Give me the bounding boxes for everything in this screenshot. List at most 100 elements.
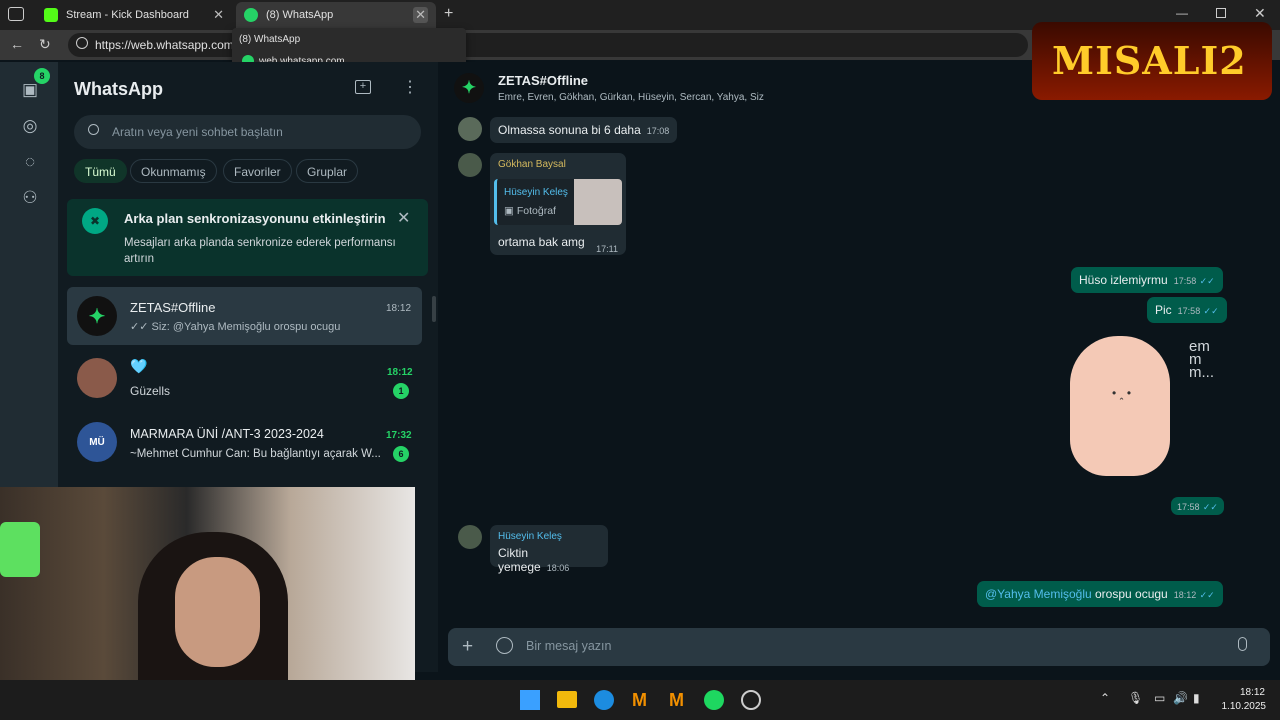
microphone-icon[interactable]	[1238, 637, 1247, 651]
sync-off-icon: ✖	[82, 208, 108, 234]
conversation-title: ZETAS#Offline	[498, 73, 589, 88]
message-time: 17:58	[1177, 502, 1200, 512]
read-receipt-icon: ✓✓	[1199, 590, 1215, 600]
bear-face-icon: • ꞈ •	[1112, 386, 1132, 400]
chat-time: 17:32	[386, 430, 412, 441]
reload-icon[interactable]: ↻	[39, 36, 51, 53]
message-time: 17:58	[1177, 306, 1201, 316]
message-composer: + Bir mesaj yazın	[448, 628, 1270, 666]
message-in[interactable]: Olmassa sonuna bi 6 daha 17:08	[490, 117, 678, 143]
close-tab-icon[interactable]: ✕	[213, 7, 224, 23]
banner-text: Mesajları arka planda senkronize ederek …	[124, 237, 396, 265]
network-icon[interactable]: ▭	[1154, 691, 1165, 705]
avatar: MÜ	[77, 422, 117, 462]
menu-icon[interactable]: ⋮	[402, 77, 418, 97]
chat-row[interactable]: 🩵 18:12 Güzells 1	[67, 350, 422, 408]
sender-avatar[interactable]	[458, 153, 482, 177]
scrollbar[interactable]	[432, 296, 436, 322]
volume-icon[interactable]: 🔊	[1173, 691, 1188, 705]
battery-icon[interactable]: ▮	[1193, 691, 1200, 705]
chat-name: 🩵	[130, 358, 148, 374]
group-avatar[interactable]: ✦	[454, 73, 484, 103]
status-icon[interactable]: ◎	[19, 116, 41, 138]
person-face	[175, 557, 260, 667]
green-light	[0, 522, 40, 577]
message-text: Ciktin yemege	[498, 546, 541, 574]
channels-icon[interactable]: ◌	[19, 152, 41, 174]
close-window-icon[interactable]: ✕	[1254, 5, 1266, 22]
chat-row[interactable]: ✦ ZETAS#Offline 18:12 ✓✓ Siz: @Yahya Mem…	[67, 287, 422, 345]
app-m-icon[interactable]: M	[632, 690, 647, 711]
unread-badge: 6	[393, 446, 409, 462]
communities-icon[interactable]: ⚇	[19, 188, 41, 210]
search-input[interactable]: Aratın veya yeni sohbet başlatın	[74, 115, 421, 149]
new-tab-icon[interactable]: +	[444, 5, 453, 23]
message-input[interactable]: Bir mesaj yazın	[526, 639, 611, 653]
app-icon[interactable]	[741, 690, 761, 710]
site-info-icon[interactable]	[76, 37, 88, 49]
microphone-icon[interactable]: 🎙	[1128, 691, 1143, 705]
bear-sticker[interactable]: • ꞈ •	[1070, 336, 1170, 476]
tab-kick-dashboard[interactable]: Stream - Kick Dashboard ✕	[36, 2, 232, 28]
chats-icon[interactable]: ▣	[19, 80, 41, 102]
mention-link[interactable]: @Yahya Memişoğlu	[985, 587, 1092, 601]
app-m-icon[interactable]: M	[669, 690, 684, 711]
tab-label: Stream - Kick Dashboard	[66, 9, 189, 21]
tab-whatsapp[interactable]: (8) WhatsApp ✕	[236, 2, 436, 28]
filter-unread[interactable]: Okunmamış	[130, 159, 217, 183]
quote-thumbnail	[574, 179, 622, 225]
filter-groups[interactable]: Gruplar	[296, 159, 359, 183]
start-icon[interactable]	[520, 690, 540, 710]
clock-time[interactable]: 18:12	[1231, 687, 1265, 698]
whatsapp-favicon-icon	[244, 8, 258, 22]
kick-favicon-icon	[44, 8, 58, 22]
minimize-icon[interactable]: —	[1176, 6, 1188, 20]
group-members: Emre, Evren, Gökhan, Gürkan, Hüseyin, Se…	[498, 92, 764, 103]
new-chat-icon[interactable]: +	[355, 80, 371, 94]
attach-icon[interactable]: +	[462, 636, 473, 658]
sender-avatar[interactable]	[458, 117, 482, 141]
chat-name: ZETAS#Offline	[130, 300, 216, 315]
message-in[interactable]: Hüseyin Keleş Ciktin yemege 18:06	[490, 525, 608, 574]
file-explorer-icon[interactable]	[557, 691, 577, 708]
message-time: 17:08	[646, 126, 670, 136]
chat-row[interactable]: MÜ MARMARA ÜNİ /ANT-3 2023-2024 17:32 ~M…	[67, 413, 422, 471]
message-out[interactable]: Hüso izlemiyrmu 17:58 ✓✓	[1071, 267, 1223, 293]
read-receipt-icon: ✓✓	[1199, 276, 1215, 286]
quoted-message[interactable]: Hüseyin Keleş ▣ Fotoğraf	[494, 179, 622, 225]
filter-all[interactable]: Tümü	[74, 159, 127, 183]
clock-date[interactable]: 1.10.2025	[1218, 701, 1267, 712]
message-time: 17:58	[1173, 276, 1197, 286]
hover-card-title: (8) WhatsApp	[239, 34, 301, 45]
filter-favorites[interactable]: Favoriler	[223, 159, 292, 183]
tab-label: (8) WhatsApp	[266, 9, 334, 21]
message-out[interactable]: Pic 17:58 ✓✓	[1147, 297, 1227, 323]
search-placeholder: Aratın veya yeni sohbet başlatın	[112, 125, 283, 139]
tab-actions-icon[interactable]	[8, 7, 24, 21]
unread-badge: 1	[393, 383, 409, 399]
message-out[interactable]: @Yahya Memişoğlu orospu ocugu 18:12 ✓✓	[977, 581, 1223, 607]
message-text: Hüso izlemiyrmu	[1079, 273, 1168, 287]
close-tab-icon[interactable]: ✕	[413, 7, 428, 23]
chevron-up-icon[interactable]: ⌃	[1100, 691, 1110, 705]
avatar	[77, 358, 117, 398]
message-text: ortama bak amg	[498, 235, 585, 249]
edge-icon[interactable]	[594, 690, 614, 710]
spotify-icon[interactable]	[704, 690, 724, 710]
read-receipt-icon: ✓✓	[1203, 306, 1219, 316]
sender-avatar[interactable]	[458, 525, 482, 549]
message-out[interactable]: 17:58 ✓✓	[1171, 497, 1224, 515]
chat-time: 18:12	[387, 367, 413, 378]
emoji-icon[interactable]	[496, 637, 513, 654]
sender-name: Hüseyin Keleş	[498, 531, 562, 542]
message-time: 18:06	[546, 563, 570, 573]
message-in[interactable]: Gökhan Baysal Hüseyin Keleş ▣ Fotoğraf o…	[490, 153, 626, 255]
url-field[interactable]: https://web.whatsapp.com	[68, 33, 1028, 57]
sync-banner: ✖ Arka plan senkronizasyonunu etkinleşti…	[67, 199, 428, 276]
message-time: 17:11	[596, 244, 618, 254]
back-icon[interactable]: ←	[10, 36, 24, 52]
search-icon	[88, 124, 99, 135]
logo-text: MISALI2	[1052, 38, 1247, 83]
maximize-icon[interactable]	[1216, 8, 1226, 18]
close-icon[interactable]: ✕	[397, 208, 410, 228]
